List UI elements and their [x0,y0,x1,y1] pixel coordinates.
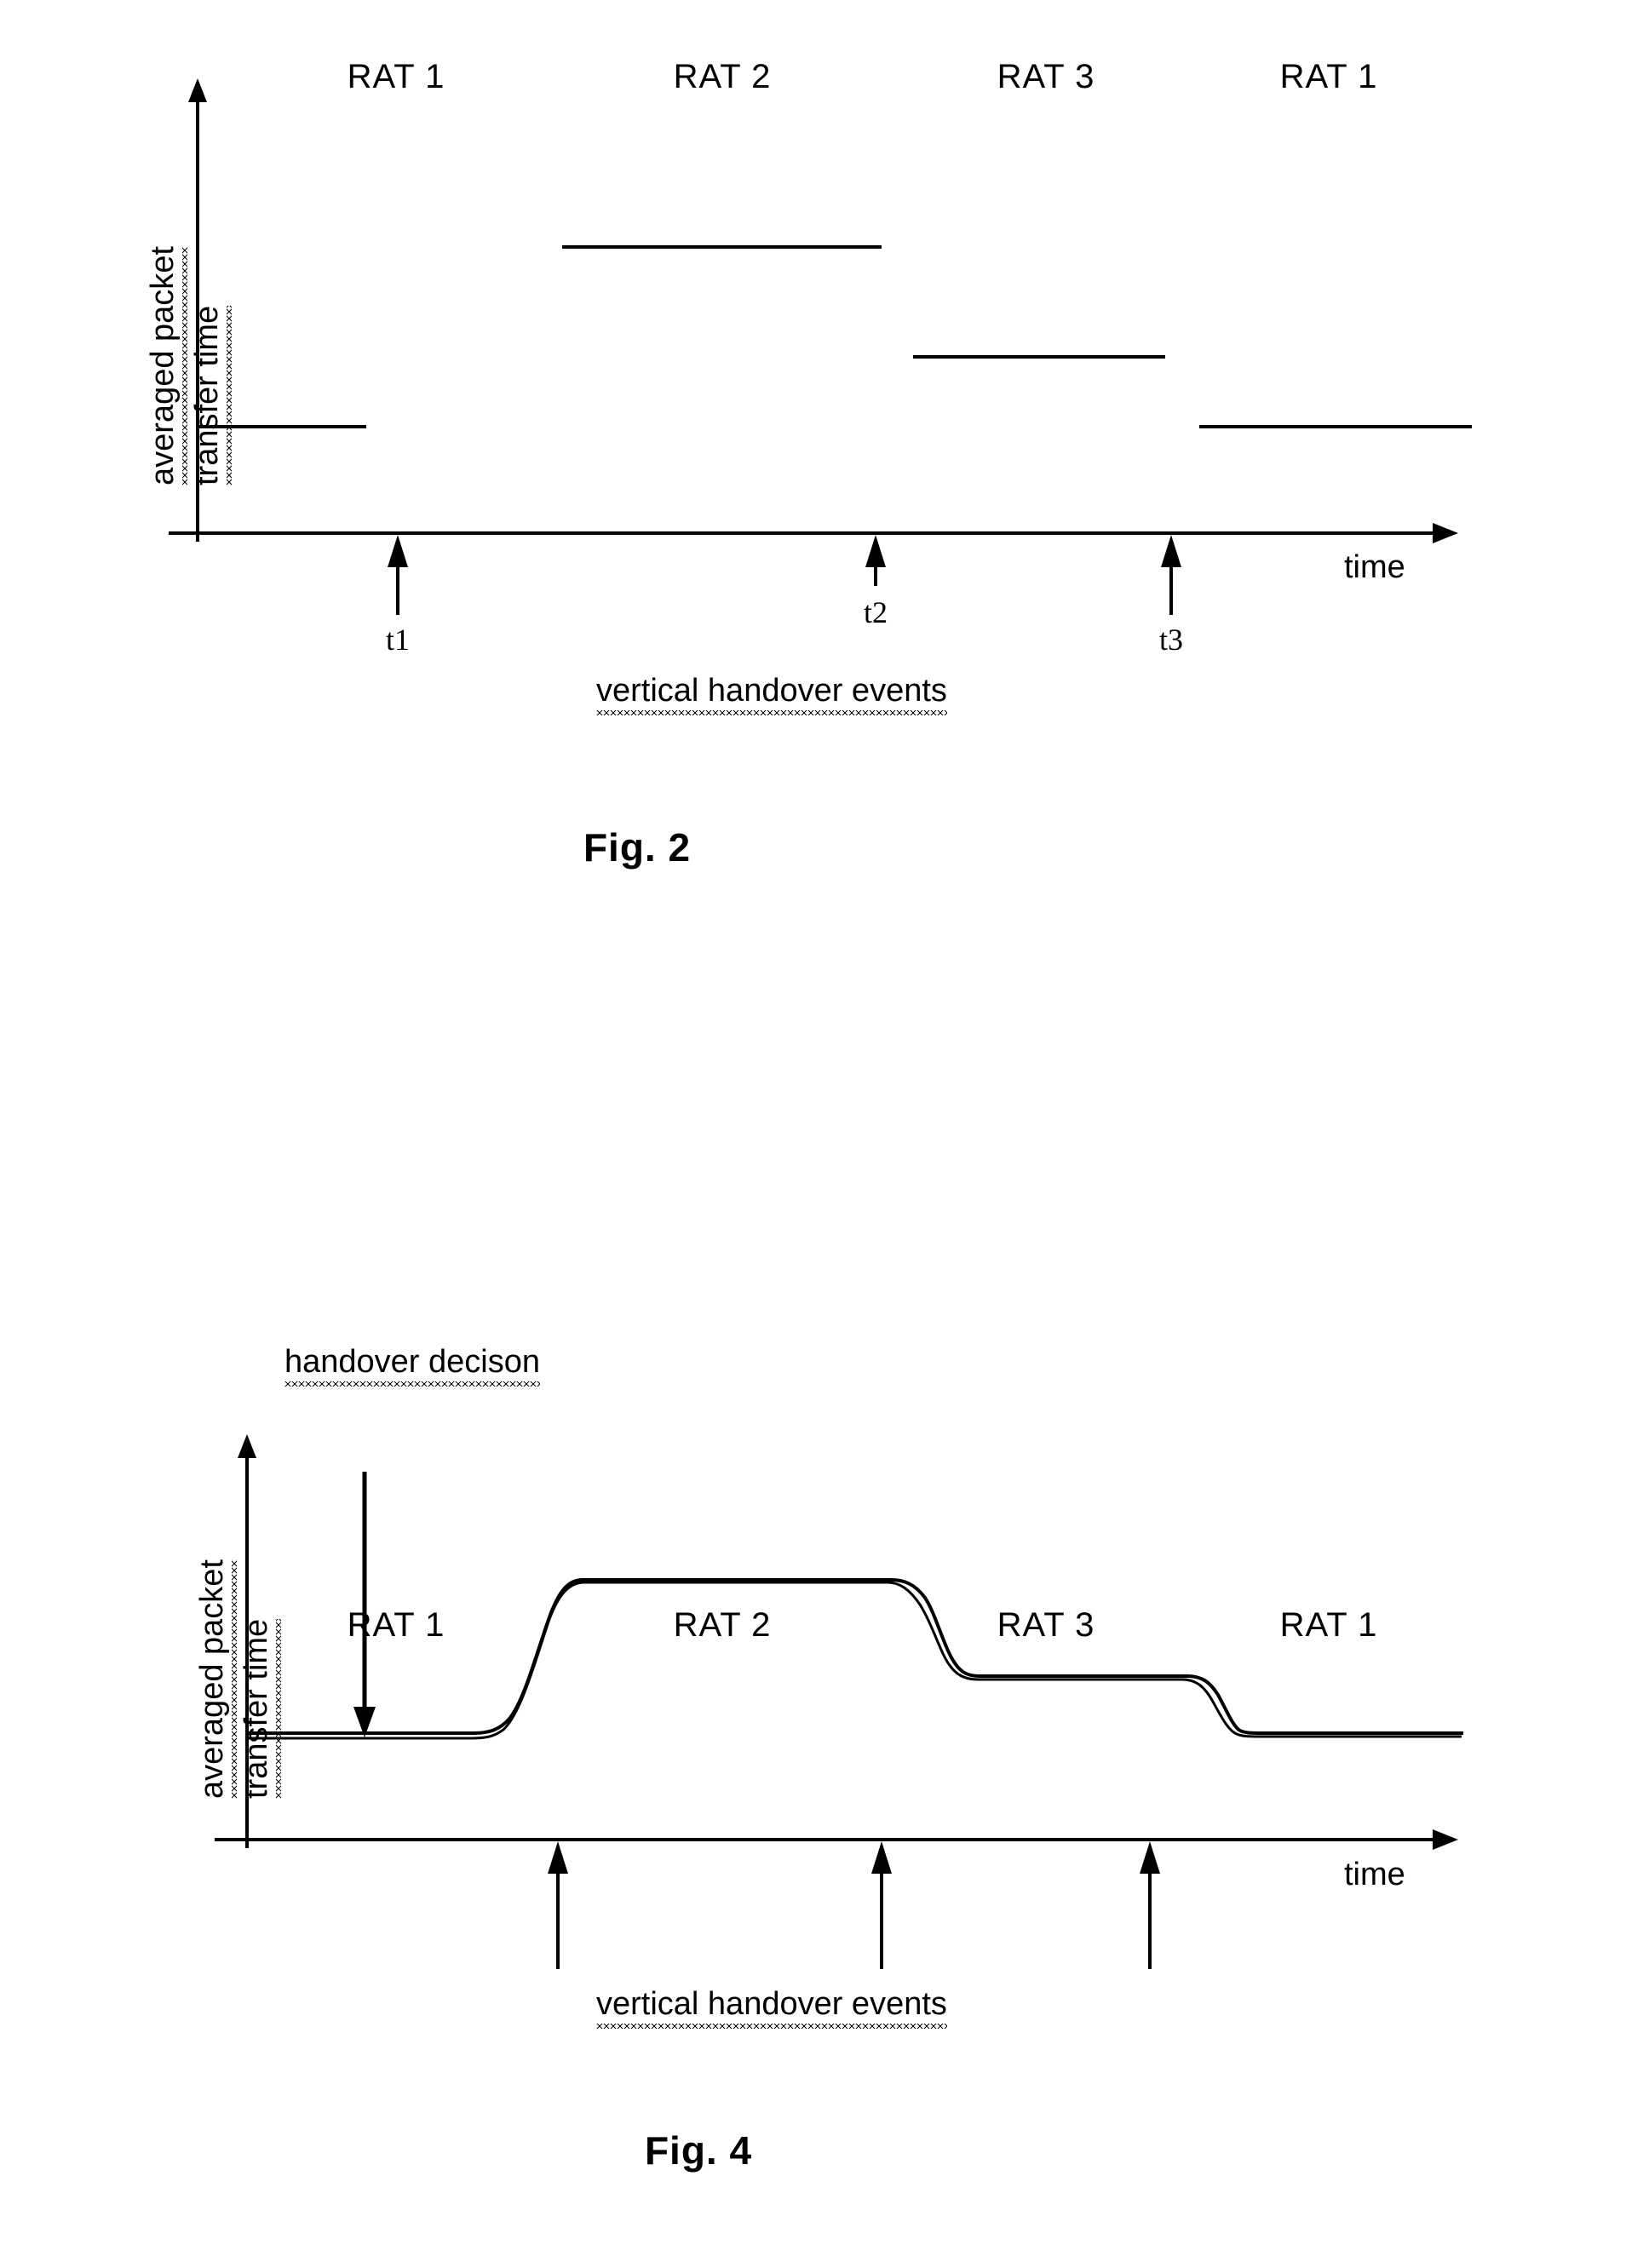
figure-4-data-trace [247,1578,1463,1740]
figure-4-y-axis-label-line1: averaged packet [194,1559,230,1799]
figure-4-handover-arrows [556,1870,1152,1969]
figure-4-handover-decision-label: handover decison [284,1344,540,1387]
figure-4-handover-decision-arrow [353,1472,376,1737]
figure-2-x-axis [169,523,1458,543]
figure-2-rat-label-2: RAT 2 [673,58,772,95]
patent-figure-page: RAT 1 RAT 2 RAT 3 RAT 1 averaged packet … [0,0,1626,2268]
figure-2-events-label: vertical handover events [596,673,947,715]
figure-2-data-trace [198,245,1472,428]
figure-2-event-label-t1: t1 [385,623,411,657]
figure-2-y-axis-label-line2: transfer time [189,305,225,485]
figure-2-y-axis-label-line1: averaged packet [145,246,181,485]
figure-4-rat-label-2: RAT 2 [673,1606,772,1644]
figure-4-y-axis-label-line2: transfer time [238,1618,274,1799]
figure-4-rat-label-3: RAT 3 [997,1606,1095,1644]
figure-4-x-axis-label: time [1344,1857,1405,1892]
figure-2-rat-label-4: RAT 1 [1279,58,1378,95]
figure-4: RAT 1 RAT 2 RAT 3 RAT 1 handover decison… [0,1192,1626,2268]
figure-2-drawing [169,78,1472,615]
figure-2-rat-label-1: RAT 1 [347,58,445,95]
figure-2-x-axis-label: time [1344,549,1405,585]
figure-4-events-label: vertical handover events [596,1986,947,2029]
figure-2-event-label-t3: t3 [1158,623,1184,657]
figure-2-handover-arrows [396,562,1173,615]
figure-2-rat-label-3: RAT 3 [997,58,1095,95]
figure-2-event-label-t2: t2 [863,595,888,629]
figure-4-rat-label-1: RAT 1 [347,1606,445,1644]
figure-4-rat-label-4: RAT 1 [1279,1606,1378,1644]
figure-2: RAT 1 RAT 2 RAT 3 RAT 1 averaged packet … [0,0,1626,1022]
figure-4-handover-arrowheads [548,1841,1160,1874]
figure-2-handover-arrowheads [388,535,1181,567]
figure-4-trace-primary [247,1578,1463,1735]
figure-4-x-axis [215,1829,1458,1850]
figure-2-caption: Fig. 2 [583,825,692,870]
figure-4-caption: Fig. 4 [644,2128,753,2173]
